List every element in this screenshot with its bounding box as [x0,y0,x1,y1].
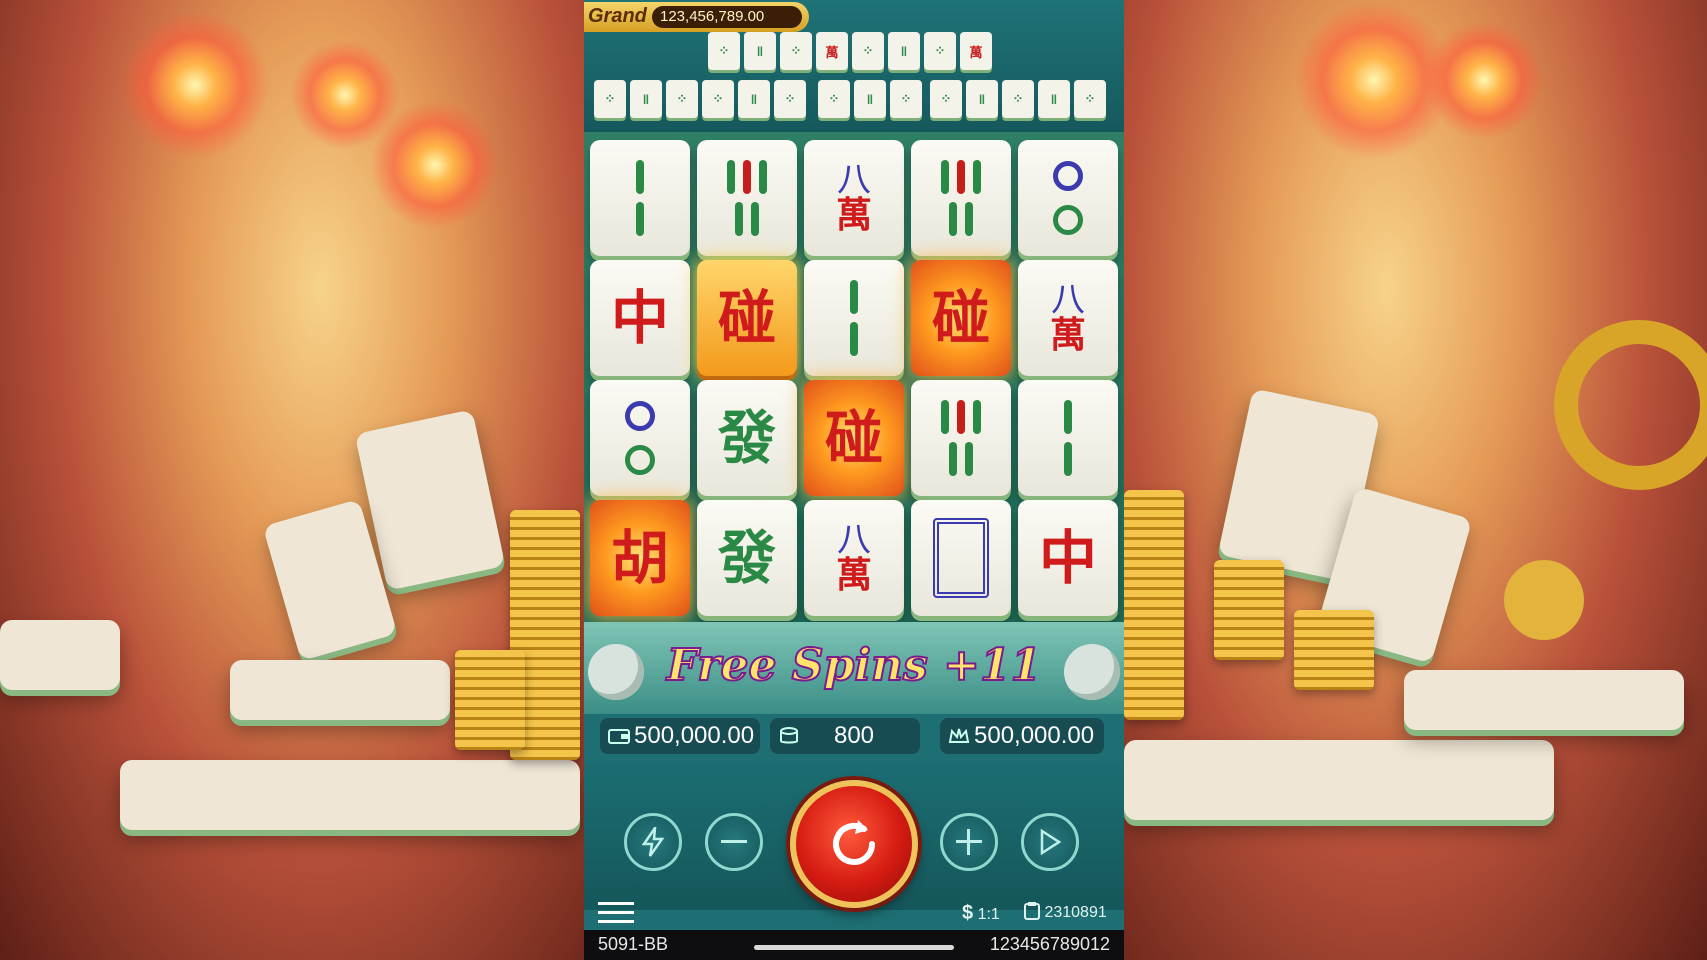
decorative-mahjong-tile [120,760,580,830]
gold-coin-stack [1214,560,1284,660]
tile-8-characters: 八萬 [1018,260,1118,376]
gold-coin-stack [1124,490,1184,720]
decrease-bet-button[interactable] [705,813,763,871]
balance-display: 500,000.00 [600,718,760,754]
tile-2-bamboo [590,140,690,256]
bet-value: 800 [833,722,875,749]
mini-tile: 萬 [960,32,992,70]
menu-button[interactable] [598,900,634,926]
session-id: 123456789012 [989,934,1110,954]
tile-2-circles [590,380,690,496]
tile-burning-peng: 碰 [911,260,1011,376]
mini-tile: ⁘ [930,80,962,118]
decorative-mahjong-tile [230,660,450,720]
tile-hu-wild: 胡 [590,500,690,616]
tile-golden-peng: 碰 [697,260,797,376]
minus-icon [721,840,747,843]
win-display: 500,000.00 [940,718,1104,754]
tile-5-bamboo [697,140,797,256]
currency-ratio-value: 1:1 [977,906,1000,923]
crown-icon [948,728,970,743]
mini-tile: 萬 [816,32,848,70]
mini-tile: ⁘ [594,80,626,118]
mini-tile: ⁘ [702,80,734,118]
increase-bet-button[interactable] [940,813,998,871]
mini-tile: ⁘ [1002,80,1034,118]
mini-tile: ‖ [854,80,886,118]
status-bar: 5091-BB 123456789012 [584,930,1124,960]
decorative-mahjong-tile [1124,740,1554,820]
autoplay-button[interactable] [1021,813,1079,871]
home-indicator[interactable] [754,945,954,950]
menu-icon [598,902,634,923]
bet-display[interactable]: 800 [770,718,920,754]
tile-burning-peng: 碰 [804,380,904,496]
gold-coin-stack [455,650,525,750]
jackpot-value: 123,456,789.00 [652,6,802,28]
mini-tile: ⁘ [890,80,922,118]
tile-red-dragon: 中 [1018,500,1118,616]
mini-tile: ⁘ [780,32,812,70]
decorative-mahjong-tile [0,620,120,690]
coins-icon [780,727,798,744]
mini-tile: ‖ [744,32,776,70]
tile-8-characters: 八萬 [804,140,904,256]
tile-8-characters: 八萬 [804,500,904,616]
decorative-mahjong-tile [1404,670,1684,730]
mini-tile: ⁘ [818,80,850,118]
mini-tile: ‖ [738,80,770,118]
dollar-icon: $ [962,902,974,924]
tile-2-circles [1018,140,1118,256]
mini-tile: ⁘ [774,80,806,118]
round-id-value: 2310891 [1044,904,1107,921]
upcoming-tiles-area: Grand 123,456,789.00 ⁘ ‖ ⁘ 萬 ⁘ ‖ ⁘ 萬 ⁘ ‖… [584,0,1124,132]
free-spins-text: Free Spins +11 [666,639,1042,692]
mini-tile: ‖ [888,32,920,70]
currency-ratio: $ 1:1 [962,902,1000,925]
play-icon [1040,829,1061,855]
tile-white-dragon [911,500,1011,616]
game-panel: Grand 123,456,789.00 ⁘ ‖ ⁘ 萬 ⁘ ‖ ⁘ 萬 ⁘ ‖… [584,0,1124,960]
tile-green-dragon: 發 [697,500,797,616]
refresh-icon [833,820,875,865]
background-right [1124,0,1707,960]
tile-red-dragon: 中 [590,260,690,376]
game-code: 5091-BB [598,934,669,954]
background-left [0,0,584,960]
lightning-icon [641,827,665,857]
plus-icon [956,829,982,855]
firework-decoration [370,100,500,230]
tile-2-bamboo [804,260,904,376]
win-value: 500,000.00 [974,722,1095,749]
gold-coin-stack [1294,610,1374,690]
control-bar [584,760,1124,910]
mini-tile: ⁘ [924,32,956,70]
reel-board: 八萬 中 碰 碰 八萬 發 碰 胡 發 八 萬 中 [584,132,1124,622]
mini-tile: ‖ [966,80,998,118]
wallet-icon [608,729,630,744]
mini-tile: ⁘ [708,32,740,70]
mini-tile: ⁘ [666,80,698,118]
free-spins-banner: Free Spins +11 [584,622,1124,714]
clipboard-icon [1024,902,1040,920]
firework-decoration [1424,20,1544,140]
mini-tile: ‖ [1038,80,1070,118]
tile-5-bamboo [911,380,1011,496]
mini-tile: ⁘ [852,32,884,70]
tile-green-dragon: 發 [697,380,797,496]
turbo-button[interactable] [624,813,682,871]
balance-value: 500,000.00 [634,722,755,749]
mini-tile: ‖ [630,80,662,118]
spin-button[interactable] [790,780,918,908]
firework-decoration [120,10,270,160]
mini-tile: ⁘ [1074,80,1106,118]
jackpot-label: Grand [588,5,647,27]
tile-2-bamboo [1018,380,1118,496]
gold-coin-icon [1504,560,1584,640]
gold-coin-icon [1554,320,1707,490]
round-id: 2310891 [1024,902,1107,922]
tile-5-bamboo [911,140,1011,256]
grand-jackpot-badge: Grand 123,456,789.00 [584,2,809,32]
